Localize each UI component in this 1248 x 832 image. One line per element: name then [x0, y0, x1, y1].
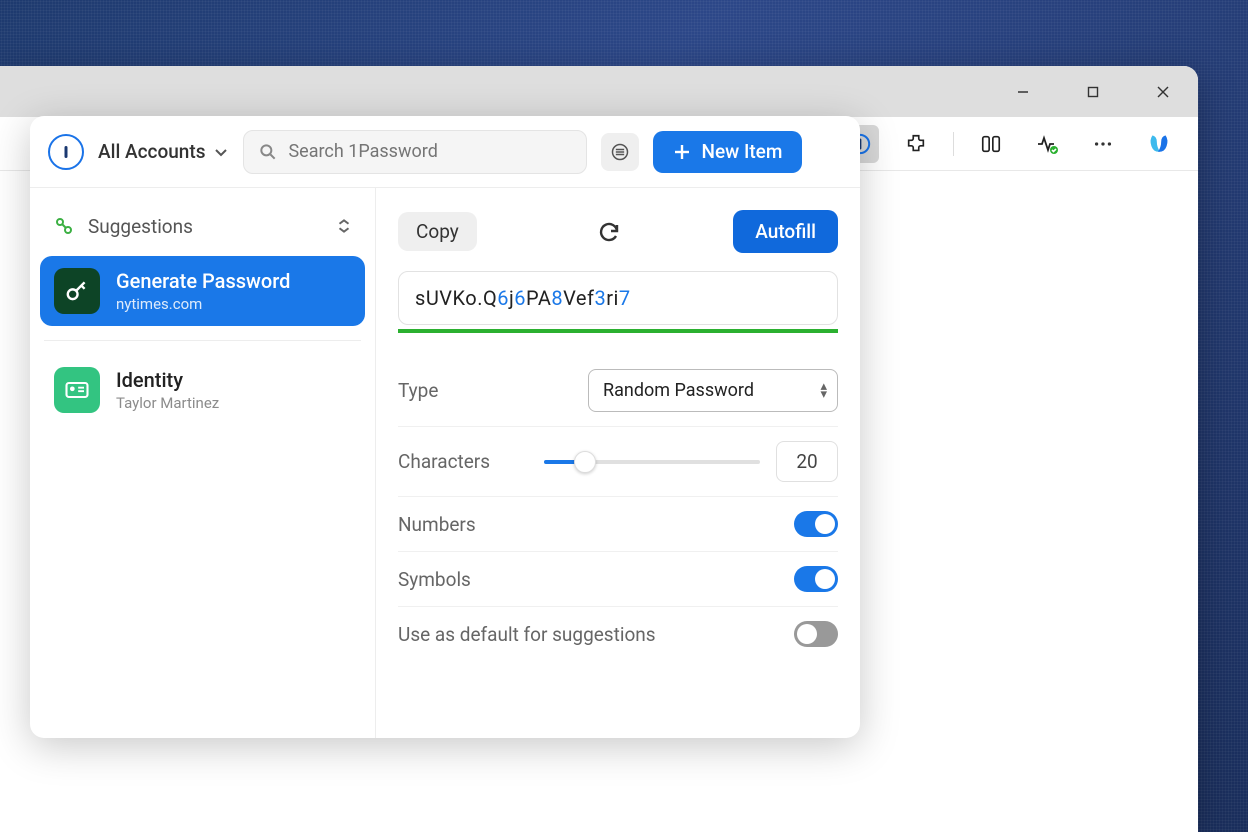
accounts-dropdown[interactable]: All Accounts — [98, 140, 229, 163]
popup-body: Suggestions Generate Password nytimes.co… — [30, 188, 860, 738]
more-icon[interactable] — [1084, 125, 1122, 163]
popup-header: All Accounts New Item — [30, 116, 860, 188]
characters-slider[interactable] — [544, 459, 760, 465]
detail-panel: Copy Autofill sUVKo.Q6j6PA8Vef3ri7 Type … — [376, 188, 860, 738]
suggestions-label: Suggestions — [88, 215, 323, 238]
item-subtitle: nytimes.com — [116, 295, 290, 313]
search-field[interactable] — [243, 130, 587, 174]
chevron-down-icon — [213, 144, 229, 160]
suggestions-header[interactable]: Suggestions — [40, 206, 365, 246]
type-label: Type — [398, 379, 588, 402]
sidebar-item-generate-password[interactable]: Generate Password nytimes.com — [40, 256, 365, 326]
type-value: Random Password — [603, 380, 754, 401]
numbers-row: Numbers — [398, 497, 838, 552]
symbols-label: Symbols — [398, 568, 794, 591]
sidebar-item-identity[interactable]: Identity Taylor Martinez — [40, 355, 365, 425]
split-screen-icon[interactable] — [972, 125, 1010, 163]
suggestions-icon — [52, 214, 76, 238]
search-input[interactable] — [288, 141, 572, 162]
key-icon — [54, 268, 100, 314]
action-row: Copy Autofill — [398, 210, 838, 253]
symbols-toggle[interactable] — [794, 566, 838, 592]
minimize-button[interactable] — [1000, 73, 1046, 111]
characters-value[interactable]: 20 — [776, 441, 838, 482]
characters-label: Characters — [398, 450, 544, 473]
search-icon — [258, 142, 278, 162]
select-arrows-icon: ▴▾ — [820, 383, 827, 399]
item-title: Identity — [116, 368, 219, 392]
numbers-label: Numbers — [398, 513, 794, 536]
sidebar: Suggestions Generate Password nytimes.co… — [30, 188, 376, 738]
copilot-icon[interactable] — [1140, 125, 1178, 163]
browser-window: All Accounts New Item Suggestions — [0, 66, 1198, 832]
copy-button[interactable]: Copy — [398, 212, 477, 251]
sort-icon[interactable] — [335, 217, 353, 235]
type-select[interactable]: Random Password ▴▾ — [588, 369, 838, 412]
item-subtitle: Taylor Martinez — [116, 394, 219, 412]
characters-row: Characters 20 — [398, 427, 838, 497]
divider — [44, 340, 361, 341]
default-toggle[interactable] — [794, 621, 838, 647]
symbols-row: Symbols — [398, 552, 838, 607]
default-row: Use as default for suggestions — [398, 607, 838, 661]
accounts-label: All Accounts — [98, 140, 205, 163]
health-icon[interactable] — [1028, 125, 1066, 163]
numbers-toggle[interactable] — [794, 511, 838, 537]
new-item-label: New Item — [701, 140, 782, 163]
strength-bar — [398, 329, 838, 333]
plus-icon — [673, 143, 691, 161]
quick-access-button[interactable] — [601, 133, 639, 171]
extensions-icon[interactable] — [897, 125, 935, 163]
refresh-icon[interactable] — [597, 220, 621, 244]
maximize-button[interactable] — [1070, 73, 1116, 111]
password-display[interactable]: sUVKo.Q6j6PA8Vef3ri7 — [398, 271, 838, 325]
item-title: Generate Password — [116, 269, 290, 293]
titlebar — [0, 66, 1198, 117]
type-row: Type Random Password ▴▾ — [398, 355, 838, 427]
autofill-button[interactable]: Autofill — [733, 210, 838, 253]
onepassword-popup: All Accounts New Item Suggestions — [30, 116, 860, 738]
close-button[interactable] — [1140, 73, 1186, 111]
identity-icon — [54, 367, 100, 413]
toolbar-separator — [953, 132, 954, 156]
default-label: Use as default for suggestions — [398, 623, 794, 646]
onepassword-logo-icon — [48, 134, 84, 170]
new-item-button[interactable]: New Item — [653, 131, 802, 173]
